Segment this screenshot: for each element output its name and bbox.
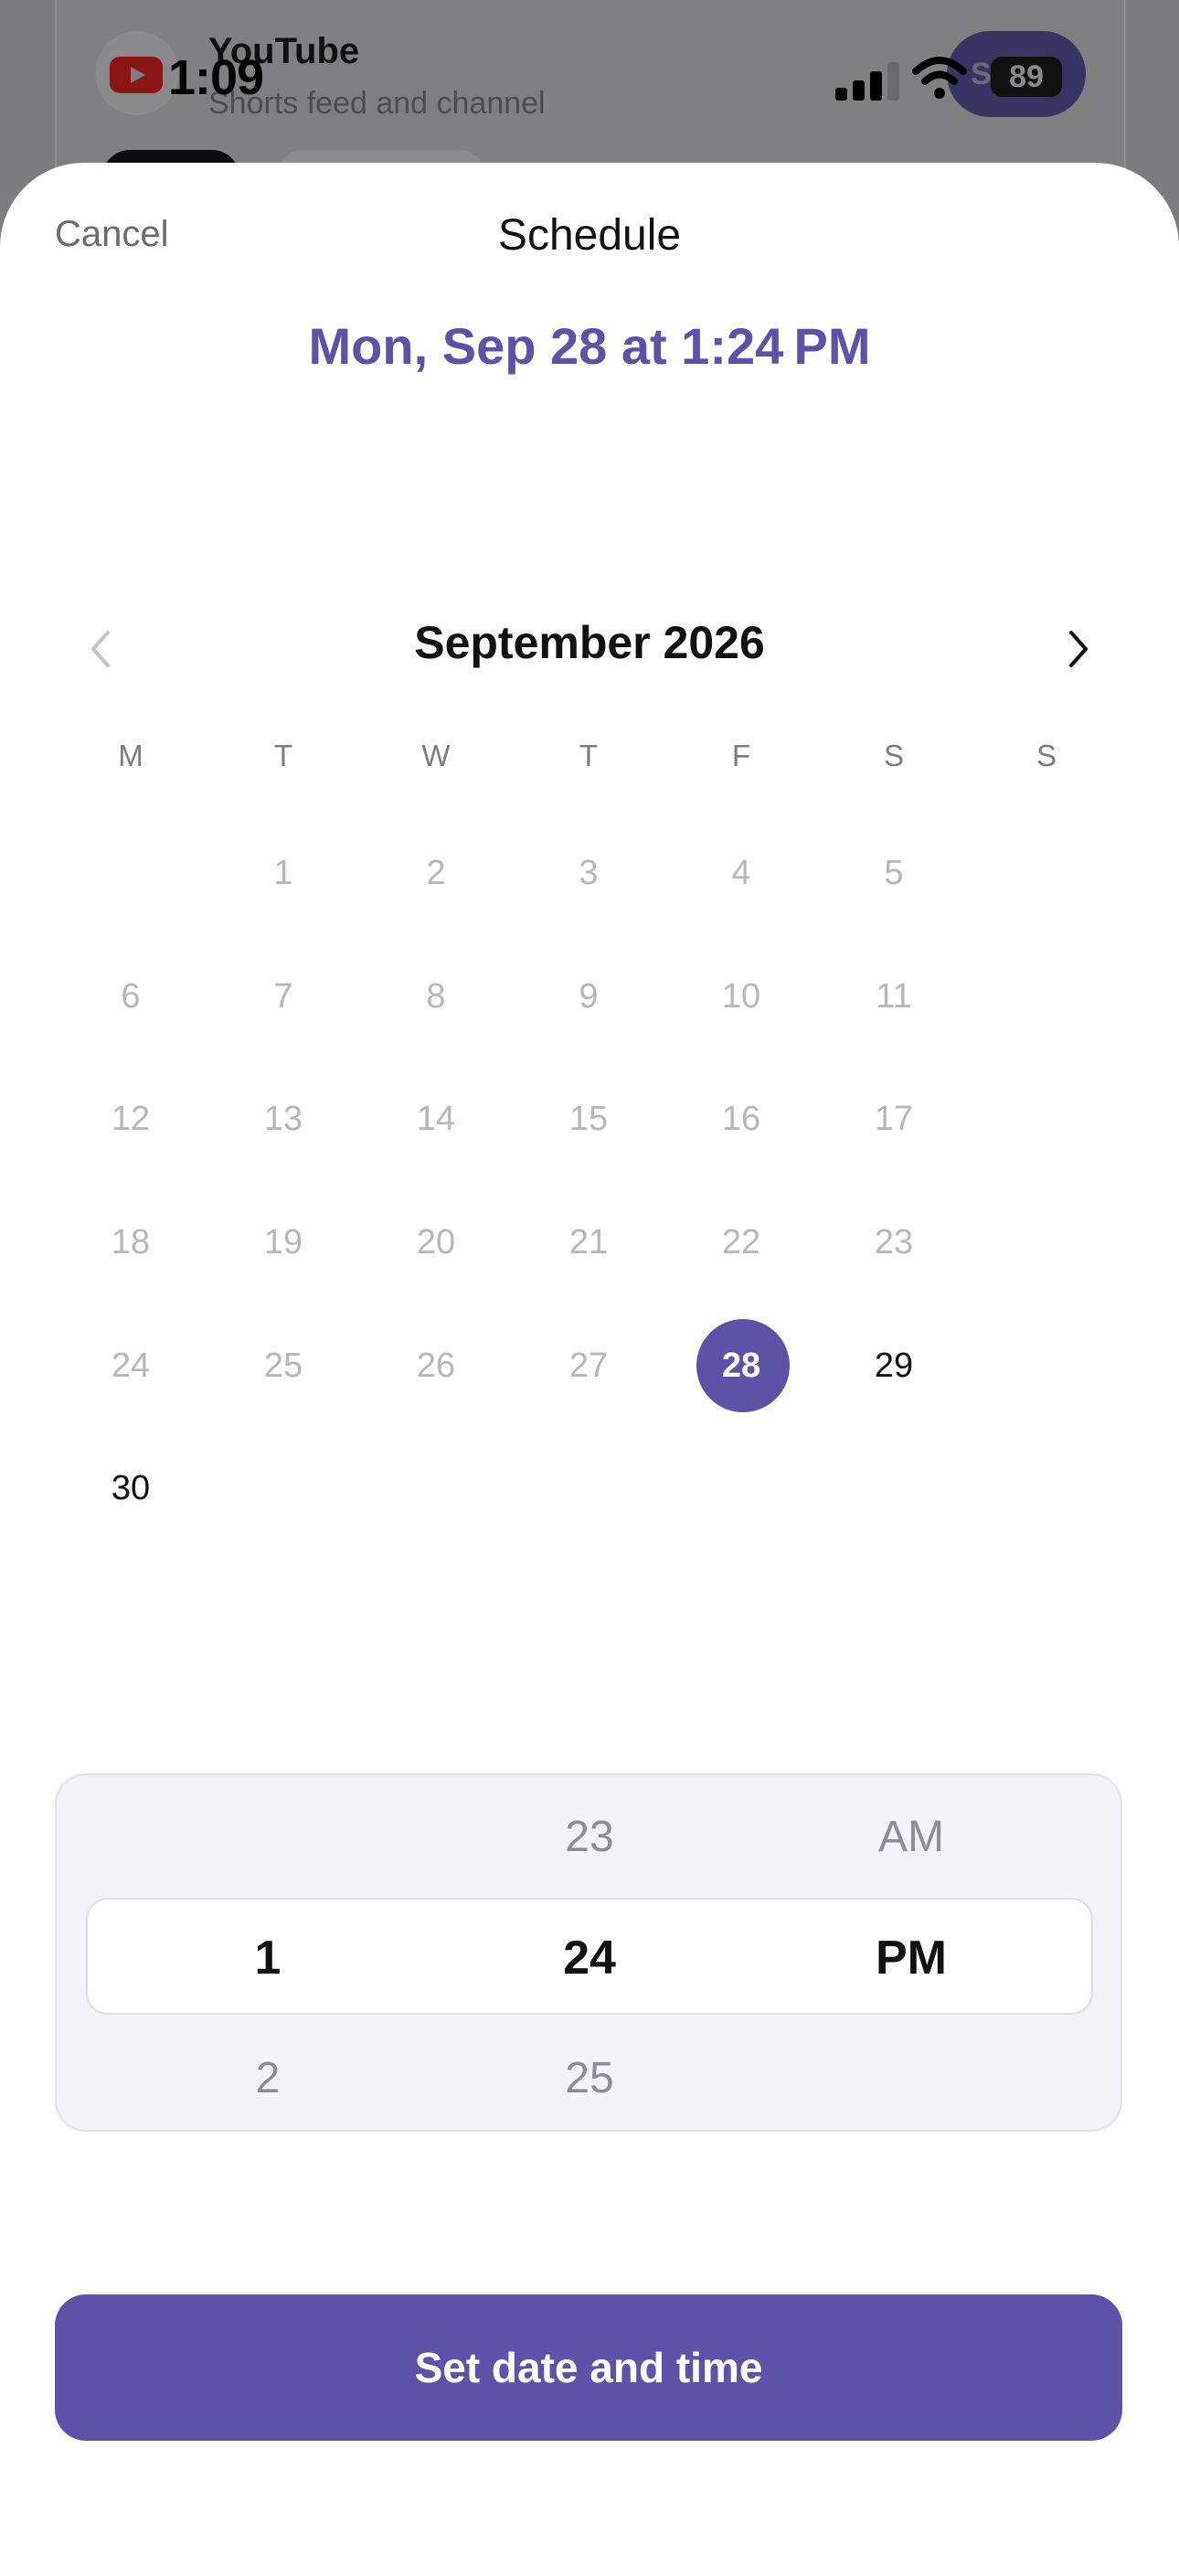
weekday-header: T <box>579 739 599 772</box>
set-date-and-time-button[interactable]: Set date and time <box>55 2294 1122 2441</box>
calendar-day: 20 <box>416 1223 456 1261</box>
calendar-day[interactable]: 29 <box>839 1320 949 1411</box>
calendar-day: 23 <box>874 1223 914 1261</box>
calendar-day: 13 <box>263 1100 303 1138</box>
weekday-header: M <box>118 739 143 772</box>
minute-option-selected[interactable]: 24 <box>498 1931 681 1985</box>
weekday-header: S <box>1036 739 1057 772</box>
calendar-day <box>381 1442 491 1534</box>
calendar-day: 22 <box>721 1223 761 1261</box>
calendar-day: 19 <box>263 1223 303 1261</box>
calendar-day <box>228 1442 338 1534</box>
calendar-day: 9 <box>579 977 599 1016</box>
selected-datetime-summary: Mon, Sep 28 at 1:24 PM <box>308 317 871 375</box>
calendar-day: 27 <box>568 1347 609 1385</box>
calendar-day <box>992 951 1101 1042</box>
calendar-day-selected[interactable]: 28 <box>686 1320 796 1411</box>
hour-option[interactable]: 2 <box>176 2053 359 2103</box>
period-option[interactable]: AM <box>820 1812 1003 1862</box>
calendar-day <box>534 1442 643 1534</box>
calendar-day: 21 <box>568 1223 609 1261</box>
calendar-day <box>992 1073 1101 1165</box>
calendar-day: 6 <box>121 977 141 1016</box>
calendar-day <box>76 827 186 919</box>
calendar-day: 15 <box>568 1100 609 1138</box>
calendar-day: 16 <box>721 1100 761 1138</box>
calendar-day <box>992 1320 1101 1411</box>
status-time: 1:09 <box>168 50 264 105</box>
calendar-day[interactable]: 30 <box>76 1442 186 1534</box>
sheet-title: Schedule <box>497 211 682 260</box>
cellular-signal-icon <box>835 60 899 101</box>
calendar-day: 14 <box>416 1100 456 1138</box>
calendar-day: 3 <box>579 854 599 892</box>
weekday-header: T <box>273 739 293 772</box>
calendar-day: 7 <box>273 977 293 1016</box>
calendar-day <box>686 1442 796 1534</box>
calendar-day <box>992 827 1101 919</box>
battery-icon: 89 <box>991 57 1062 97</box>
month-label: September 2026 <box>414 617 765 668</box>
calendar-day: 12 <box>111 1100 151 1138</box>
calendar-day <box>839 1442 949 1534</box>
weekday-header: F <box>731 739 751 772</box>
youtube-icon <box>110 57 163 93</box>
calendar-day: 2 <box>426 854 446 892</box>
calendar-day: 5 <box>884 854 904 892</box>
calendar-day: 26 <box>416 1347 456 1385</box>
hour-option-selected[interactable]: 1 <box>176 1931 359 1985</box>
calendar-day: 18 <box>111 1223 151 1261</box>
wifi-icon <box>912 57 967 99</box>
weekday-header: S <box>883 739 904 772</box>
calendar-day: 17 <box>874 1100 914 1138</box>
calendar-day: 1 <box>273 854 293 892</box>
minute-option[interactable]: 23 <box>498 1812 681 1862</box>
weekday-header: W <box>421 739 451 772</box>
next-month-chevron-icon[interactable] <box>1051 622 1106 676</box>
calendar-day: 11 <box>876 977 912 1016</box>
calendar-day: 25 <box>263 1347 303 1385</box>
calendar-day: 24 <box>111 1347 151 1385</box>
calendar-day: 8 <box>426 977 446 1016</box>
calendar-day <box>992 1442 1101 1534</box>
minute-option[interactable]: 25 <box>498 2053 681 2103</box>
calendar-day <box>992 1197 1101 1288</box>
calendar-day: 10 <box>721 977 761 1016</box>
period-option-selected[interactable]: PM <box>820 1931 1003 1985</box>
calendar-day: 4 <box>731 854 751 892</box>
